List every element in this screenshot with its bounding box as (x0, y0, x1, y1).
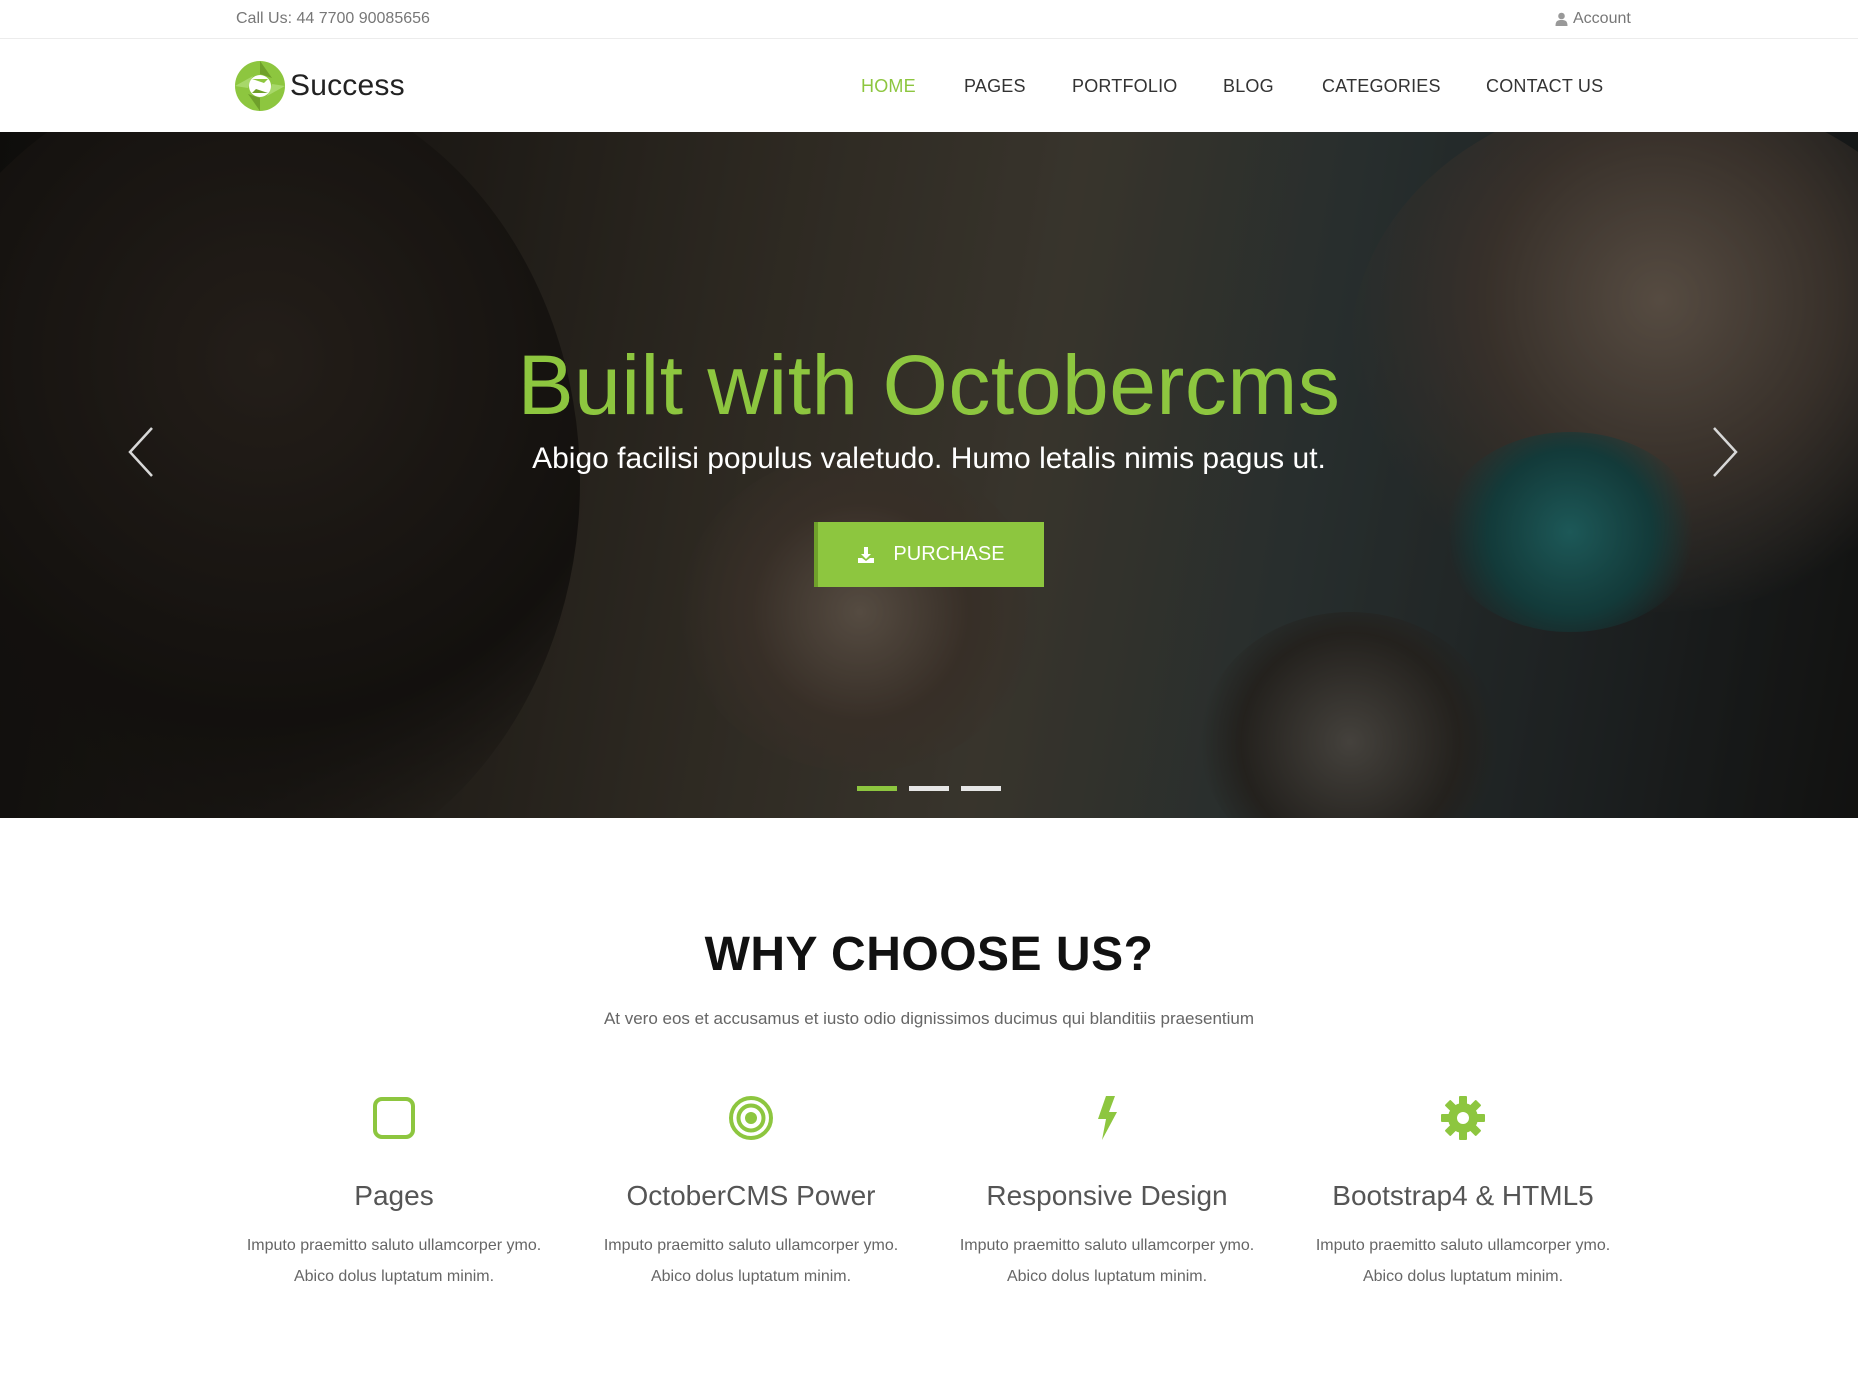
carousel-indicator[interactable] (909, 786, 949, 791)
feature-desc-line: Imputo praemitto saluto ullamcorper ymo. (603, 1237, 899, 1254)
feature-description: Imputo praemitto saluto ullamcorper ymo.… (216, 1230, 572, 1292)
hero-title: Built with Octobercms (517, 338, 1341, 432)
feature-description: Imputo praemitto saluto ullamcorper ymo.… (1285, 1230, 1641, 1292)
feature-card: Bootstrap4 & HTML5 Imputo praemitto salu… (1285, 1090, 1641, 1292)
feature-desc-line: Abico dolus luptatum minim. (293, 1268, 495, 1285)
hero-subtitle: Abigo facilisi populus valetudo. Humo le… (532, 442, 1326, 475)
gear-icon (1441, 1096, 1485, 1140)
section-title: WHY CHOOSE US? (704, 928, 1154, 981)
feature-desc-line: Abico dolus luptatum minim. (650, 1268, 852, 1285)
feature-card: OctoberCMS Power Imputo praemitto saluto… (573, 1090, 929, 1292)
carousel-indicator[interactable] (857, 786, 897, 791)
chevron-right-icon (1713, 427, 1738, 477)
features-row: Pages Imputo praemitto saluto ullamcorpe… (216, 1090, 1642, 1290)
nav-categories[interactable]: CATEGORIES (1322, 76, 1441, 97)
feature-title: OctoberCMS Power (626, 1180, 876, 1211)
feature-card: Pages Imputo praemitto saluto ullamcorpe… (216, 1090, 572, 1292)
nav-pages[interactable]: PAGES (964, 76, 1026, 97)
feature-desc-line: Imputo praemitto saluto ullamcorper ymo. (959, 1237, 1255, 1254)
nav-portfolio[interactable]: PORTFOLIO (1072, 76, 1178, 97)
feature-title: Pages (354, 1180, 434, 1211)
purchase-button-label: PURCHASE (893, 543, 1005, 565)
download-icon (858, 546, 875, 563)
feature-card: Responsive Design Imputo praemitto salut… (929, 1090, 1285, 1292)
feature-title: Bootstrap4 & HTML5 (1332, 1180, 1594, 1211)
carousel-indicator[interactable] (961, 786, 1001, 791)
top-bar: Call Us: 44 7700 90085656 Account (0, 0, 1858, 39)
account-label: Account (1573, 10, 1631, 27)
section-subtitle: At vero eos et accusamus et iusto odio d… (603, 1009, 1255, 1028)
feature-desc-line: Abico dolus luptatum minim. (1006, 1268, 1208, 1285)
square-icon (373, 1097, 415, 1139)
hero-carousel: Built with Octobercms Abigo facilisi pop… (0, 132, 1858, 818)
carousel-next-button[interactable] (1702, 422, 1742, 482)
bullseye-icon (729, 1096, 773, 1140)
feature-title: Responsive Design (986, 1180, 1228, 1211)
nav-home[interactable]: HOME (861, 76, 916, 97)
chevron-left-icon (128, 427, 153, 477)
nav-blog[interactable]: BLOG (1223, 76, 1274, 97)
bolt-icon (1098, 1096, 1117, 1140)
carousel-prev-button[interactable] (124, 422, 164, 482)
main-nav: HOME PAGES PORTFOLIO BLOG CATEGORIES CON… (0, 76, 1858, 100)
feature-description: Imputo praemitto saluto ullamcorper ymo.… (929, 1230, 1285, 1292)
user-icon (1555, 12, 1568, 26)
feature-description: Imputo praemitto saluto ullamcorper ymo.… (573, 1230, 929, 1292)
nav-contact-us[interactable]: CONTACT US (1486, 76, 1603, 97)
feature-desc-line: Imputo praemitto saluto ullamcorper ymo. (1315, 1237, 1611, 1254)
account-link[interactable]: Account (1555, 10, 1631, 28)
feature-desc-line: Abico dolus luptatum minim. (1362, 1268, 1564, 1285)
carousel-indicators (857, 786, 1001, 791)
site-header: Success HOME PAGES PORTFOLIO BLOG CATEGO… (0, 40, 1858, 132)
phone-number: Call Us: 44 7700 90085656 (236, 10, 430, 27)
feature-desc-line: Imputo praemitto saluto ullamcorper ymo. (246, 1237, 542, 1254)
purchase-button[interactable]: PURCHASE (814, 522, 1044, 587)
